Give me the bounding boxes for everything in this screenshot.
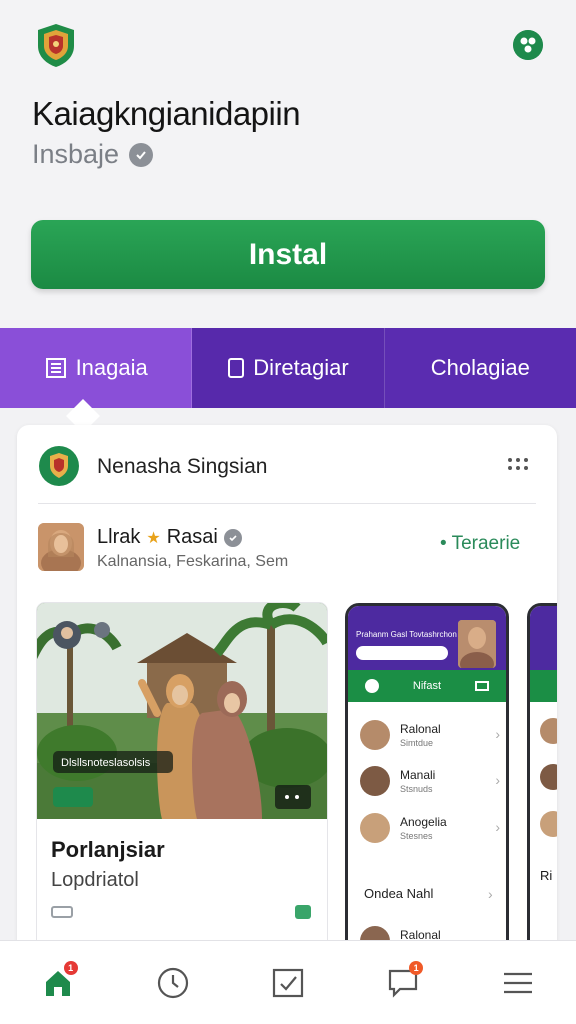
phone-avatar — [540, 764, 557, 790]
post-title: Porlanjsiar — [51, 837, 165, 862]
notification-badge: 1 — [409, 960, 424, 975]
phone-item-name: Anogelia — [400, 815, 447, 829]
like-icon[interactable] — [295, 905, 311, 919]
book-icon — [45, 358, 66, 378]
notification-badge: 1 — [63, 960, 78, 975]
card-title: Nenasha Singsian — [97, 455, 268, 478]
phone-item-meta: Simtdue — [400, 738, 434, 748]
phone-header-title: Prahanm Gasl Tovtashrchon — [356, 630, 457, 639]
phone-list-item: Manali Stsnuds › — [360, 764, 500, 804]
app-header: Kaiagkngianidapiin Insbaje Instal — [0, 0, 576, 328]
bottom-nav: 1 1 — [0, 940, 576, 1024]
chevron-right-icon: › — [495, 726, 500, 742]
verified-icon — [223, 528, 242, 547]
document-icon — [228, 358, 245, 378]
phone-avatar — [360, 720, 390, 750]
tab-cholagiae[interactable]: Cholagiae — [384, 328, 576, 408]
nav-messages[interactable] — [260, 955, 316, 1011]
phone-plain-item: Ondea Nahl — [364, 886, 434, 901]
phone-avatar — [360, 766, 390, 796]
post-card[interactable]: Dlsllsnoteslasolsis Porlanjsiar Lopdriat… — [37, 603, 327, 983]
phone-screenshot[interactable]: Prahanm Gasl Tovtashrchon Nifast Ralonal… — [345, 603, 509, 985]
menu-icon — [504, 972, 533, 993]
chevron-right-icon: › — [495, 772, 500, 788]
tab-bar: Inagaia Diretagiar Cholagiae — [0, 328, 576, 408]
app-title: Kaiagkngianidapiin — [32, 95, 301, 132]
phone-home-icon — [364, 679, 379, 693]
phone-tabs — [530, 670, 557, 702]
more-options-icon[interactable] — [506, 455, 530, 473]
channel-logo-icon — [39, 446, 79, 486]
media-icon — [51, 906, 73, 918]
phone-header: Prahanm Gasl Tovtashrchon — [348, 606, 506, 670]
content-card: Nenasha Singsian Llrak ★ Rasai Kalnansia… — [17, 425, 557, 985]
verified-icon — [129, 142, 154, 167]
phone-person-image — [458, 620, 496, 668]
divider — [38, 503, 536, 504]
phone-item-meta: Stsnuds — [400, 784, 433, 794]
phone-tab-label: Nifast — [412, 680, 442, 692]
developer-name: Insbaje — [32, 139, 120, 169]
author-first: Llrak — [97, 526, 141, 548]
phone-header — [530, 606, 557, 670]
phone-list-item: Ralonal Simtdue › — [360, 718, 500, 758]
star-icon: ★ — [146, 529, 161, 547]
tab-diretagiar[interactable]: Diretagiar — [192, 328, 385, 408]
tab-label: Cholagiae — [430, 355, 530, 380]
chevron-right-icon: › — [495, 819, 500, 835]
follow-link[interactable]: • Teraerie — [440, 533, 520, 555]
author-meta: Kalnansia, Feskarina, Sem — [97, 553, 289, 570]
chevron-right-icon: › — [488, 886, 493, 902]
nav-menu[interactable] — [490, 955, 546, 1011]
install-button[interactable]: Instal — [31, 220, 545, 289]
post-overlay-label: Dlsllsnoteslasolsis — [61, 757, 151, 769]
tab-label: Inagaia — [75, 355, 148, 380]
author-avatar[interactable] — [38, 523, 84, 571]
phone-avatar — [360, 813, 390, 843]
mail-check-icon — [272, 968, 304, 997]
phone-list-item: Anogelia Stesnes › — [360, 811, 500, 851]
phone-screen-icon — [475, 681, 489, 691]
nav-home[interactable]: 1 — [30, 955, 86, 1011]
phone-avatar — [540, 811, 557, 837]
share-icon[interactable] — [513, 30, 543, 60]
nav-chat[interactable]: 1 — [375, 955, 431, 1011]
phone-search — [356, 646, 448, 660]
phone-tabs: Nifast — [348, 670, 506, 702]
phone-item-name: Manali — [400, 768, 436, 782]
tab-label: Diretagiar — [253, 355, 349, 380]
post-image: Dlsllsnoteslasolsis — [37, 603, 327, 819]
phone-partial-text: Ri — [540, 868, 553, 883]
author-name[interactable]: Llrak ★ Rasai — [97, 526, 242, 549]
nav-history[interactable] — [145, 955, 201, 1011]
phone-item-meta: Stesnes — [400, 831, 433, 841]
phone-screenshot-2[interactable]: Ri — [527, 603, 557, 985]
author-second: Rasai — [166, 526, 218, 548]
phone-item-name: Ralonal — [400, 722, 441, 736]
tab-inagaia[interactable]: Inagaia — [0, 328, 193, 408]
shield-logo-icon — [38, 24, 74, 67]
history-icon — [157, 967, 188, 998]
phone-avatar — [540, 718, 557, 744]
app-subtitle: Insbaje — [32, 139, 154, 170]
post-subtitle: Lopdriatol — [51, 869, 139, 891]
